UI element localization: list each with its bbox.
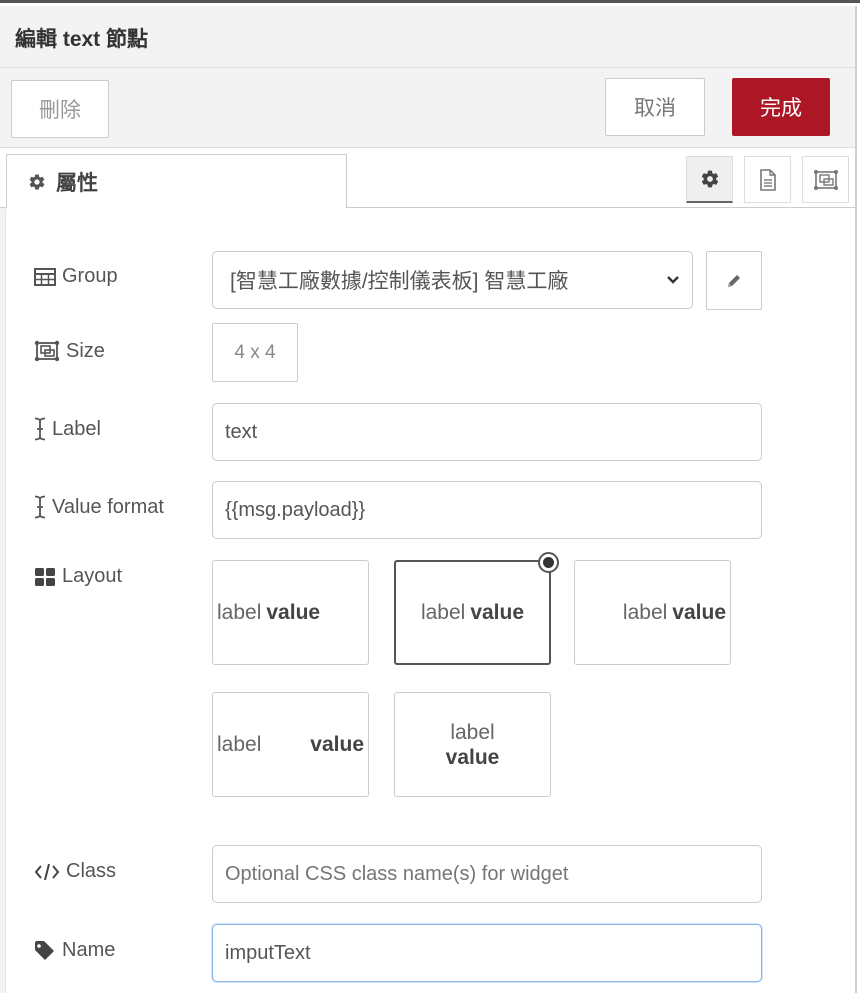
- class-input[interactable]: [212, 845, 762, 903]
- appearance-tab-button[interactable]: [802, 156, 849, 203]
- group-row-label: Group: [34, 265, 118, 288]
- layout-option-value-text: value: [445, 745, 500, 769]
- table-icon: [34, 267, 56, 286]
- tab-properties-label: 屬性: [56, 171, 98, 195]
- layout-option-stacked[interactable]: label value: [394, 692, 551, 797]
- value-format-row-label: Value format: [34, 495, 164, 519]
- code-icon: [34, 863, 60, 880]
- th-large-icon: [35, 567, 55, 586]
- selected-radio-indicator: [538, 552, 559, 573]
- object-ungroup-icon: [813, 169, 838, 190]
- tray-toolbar: 刪除 取消 完成: [0, 68, 855, 148]
- size-button[interactable]: 4 x 4: [212, 323, 298, 382]
- tray-left-edge: [0, 208, 6, 993]
- delete-button[interactable]: 刪除: [11, 80, 109, 138]
- layout-option-center[interactable]: label value: [394, 552, 559, 665]
- layout-option-value-text: value: [470, 600, 525, 624]
- layout-option-label-text: label: [622, 600, 668, 624]
- group-select-value: [智慧工廠數據/控制儀表板] 智慧工廠: [230, 270, 569, 293]
- chevron-down-icon: [667, 276, 679, 284]
- size-label: Size: [66, 339, 105, 362]
- node-edit-dialog: 編輯 text 節點 刪除 取消 完成 屬性 Group [智慧工廠數據/控制儀…: [0, 0, 860, 993]
- done-button[interactable]: 完成: [732, 78, 830, 136]
- i-cursor-icon: [34, 417, 46, 441]
- pencil-icon: [728, 274, 740, 287]
- tab-bar: 屬性: [0, 148, 855, 209]
- cog-icon: [701, 170, 718, 188]
- class-row-label: Class: [34, 860, 116, 883]
- size-icon: [34, 340, 60, 362]
- layout-option-spread[interactable]: label value: [212, 692, 369, 797]
- cancel-button[interactable]: 取消: [605, 78, 705, 136]
- layout-option-label-text: label: [217, 600, 262, 624]
- edit-group-button[interactable]: [706, 251, 762, 310]
- layout-option-label-text: label: [217, 732, 262, 756]
- cog-icon: [29, 173, 45, 190]
- layout-option-value-text: value: [672, 600, 726, 624]
- name-input[interactable]: imputText: [212, 924, 762, 982]
- tray-right-border: [855, 6, 857, 993]
- label-input[interactable]: text: [212, 403, 762, 461]
- i-cursor-icon: [34, 495, 46, 519]
- layout-option-right[interactable]: label value: [574, 560, 731, 665]
- properties-tab-button[interactable]: [686, 156, 733, 203]
- tray-header: 編輯 text 節點: [0, 6, 855, 68]
- name-row-label: Name: [34, 939, 115, 962]
- tag-icon: [35, 940, 54, 960]
- size-row-label: Size: [34, 339, 105, 363]
- layout-option-label-text: label: [450, 720, 495, 744]
- name-label: Name: [62, 939, 116, 961]
- description-tab-button[interactable]: [744, 156, 791, 203]
- layout-option-value-text: value: [266, 600, 321, 624]
- layout-option-left[interactable]: label value: [212, 560, 369, 665]
- layout-label: Layout: [62, 565, 123, 587]
- tab-properties[interactable]: 屬性: [6, 154, 347, 209]
- tray-title: 編輯 text 節點: [15, 28, 149, 51]
- value-format-label: Value format: [52, 495, 164, 518]
- group-label: Group: [62, 265, 118, 287]
- file-text-icon: [759, 168, 776, 191]
- value-format-input[interactable]: {{msg.payload}}: [212, 481, 762, 539]
- layout-option-label-text: label: [420, 600, 466, 624]
- layout-option-value-text: value: [310, 732, 364, 756]
- label-label: Label: [52, 417, 101, 440]
- label-row-label: Label: [34, 417, 101, 441]
- layout-row-label: Layout: [34, 565, 122, 588]
- group-select[interactable]: [智慧工廠數據/控制儀表板] 智慧工廠: [212, 251, 693, 309]
- class-label: Class: [66, 860, 117, 882]
